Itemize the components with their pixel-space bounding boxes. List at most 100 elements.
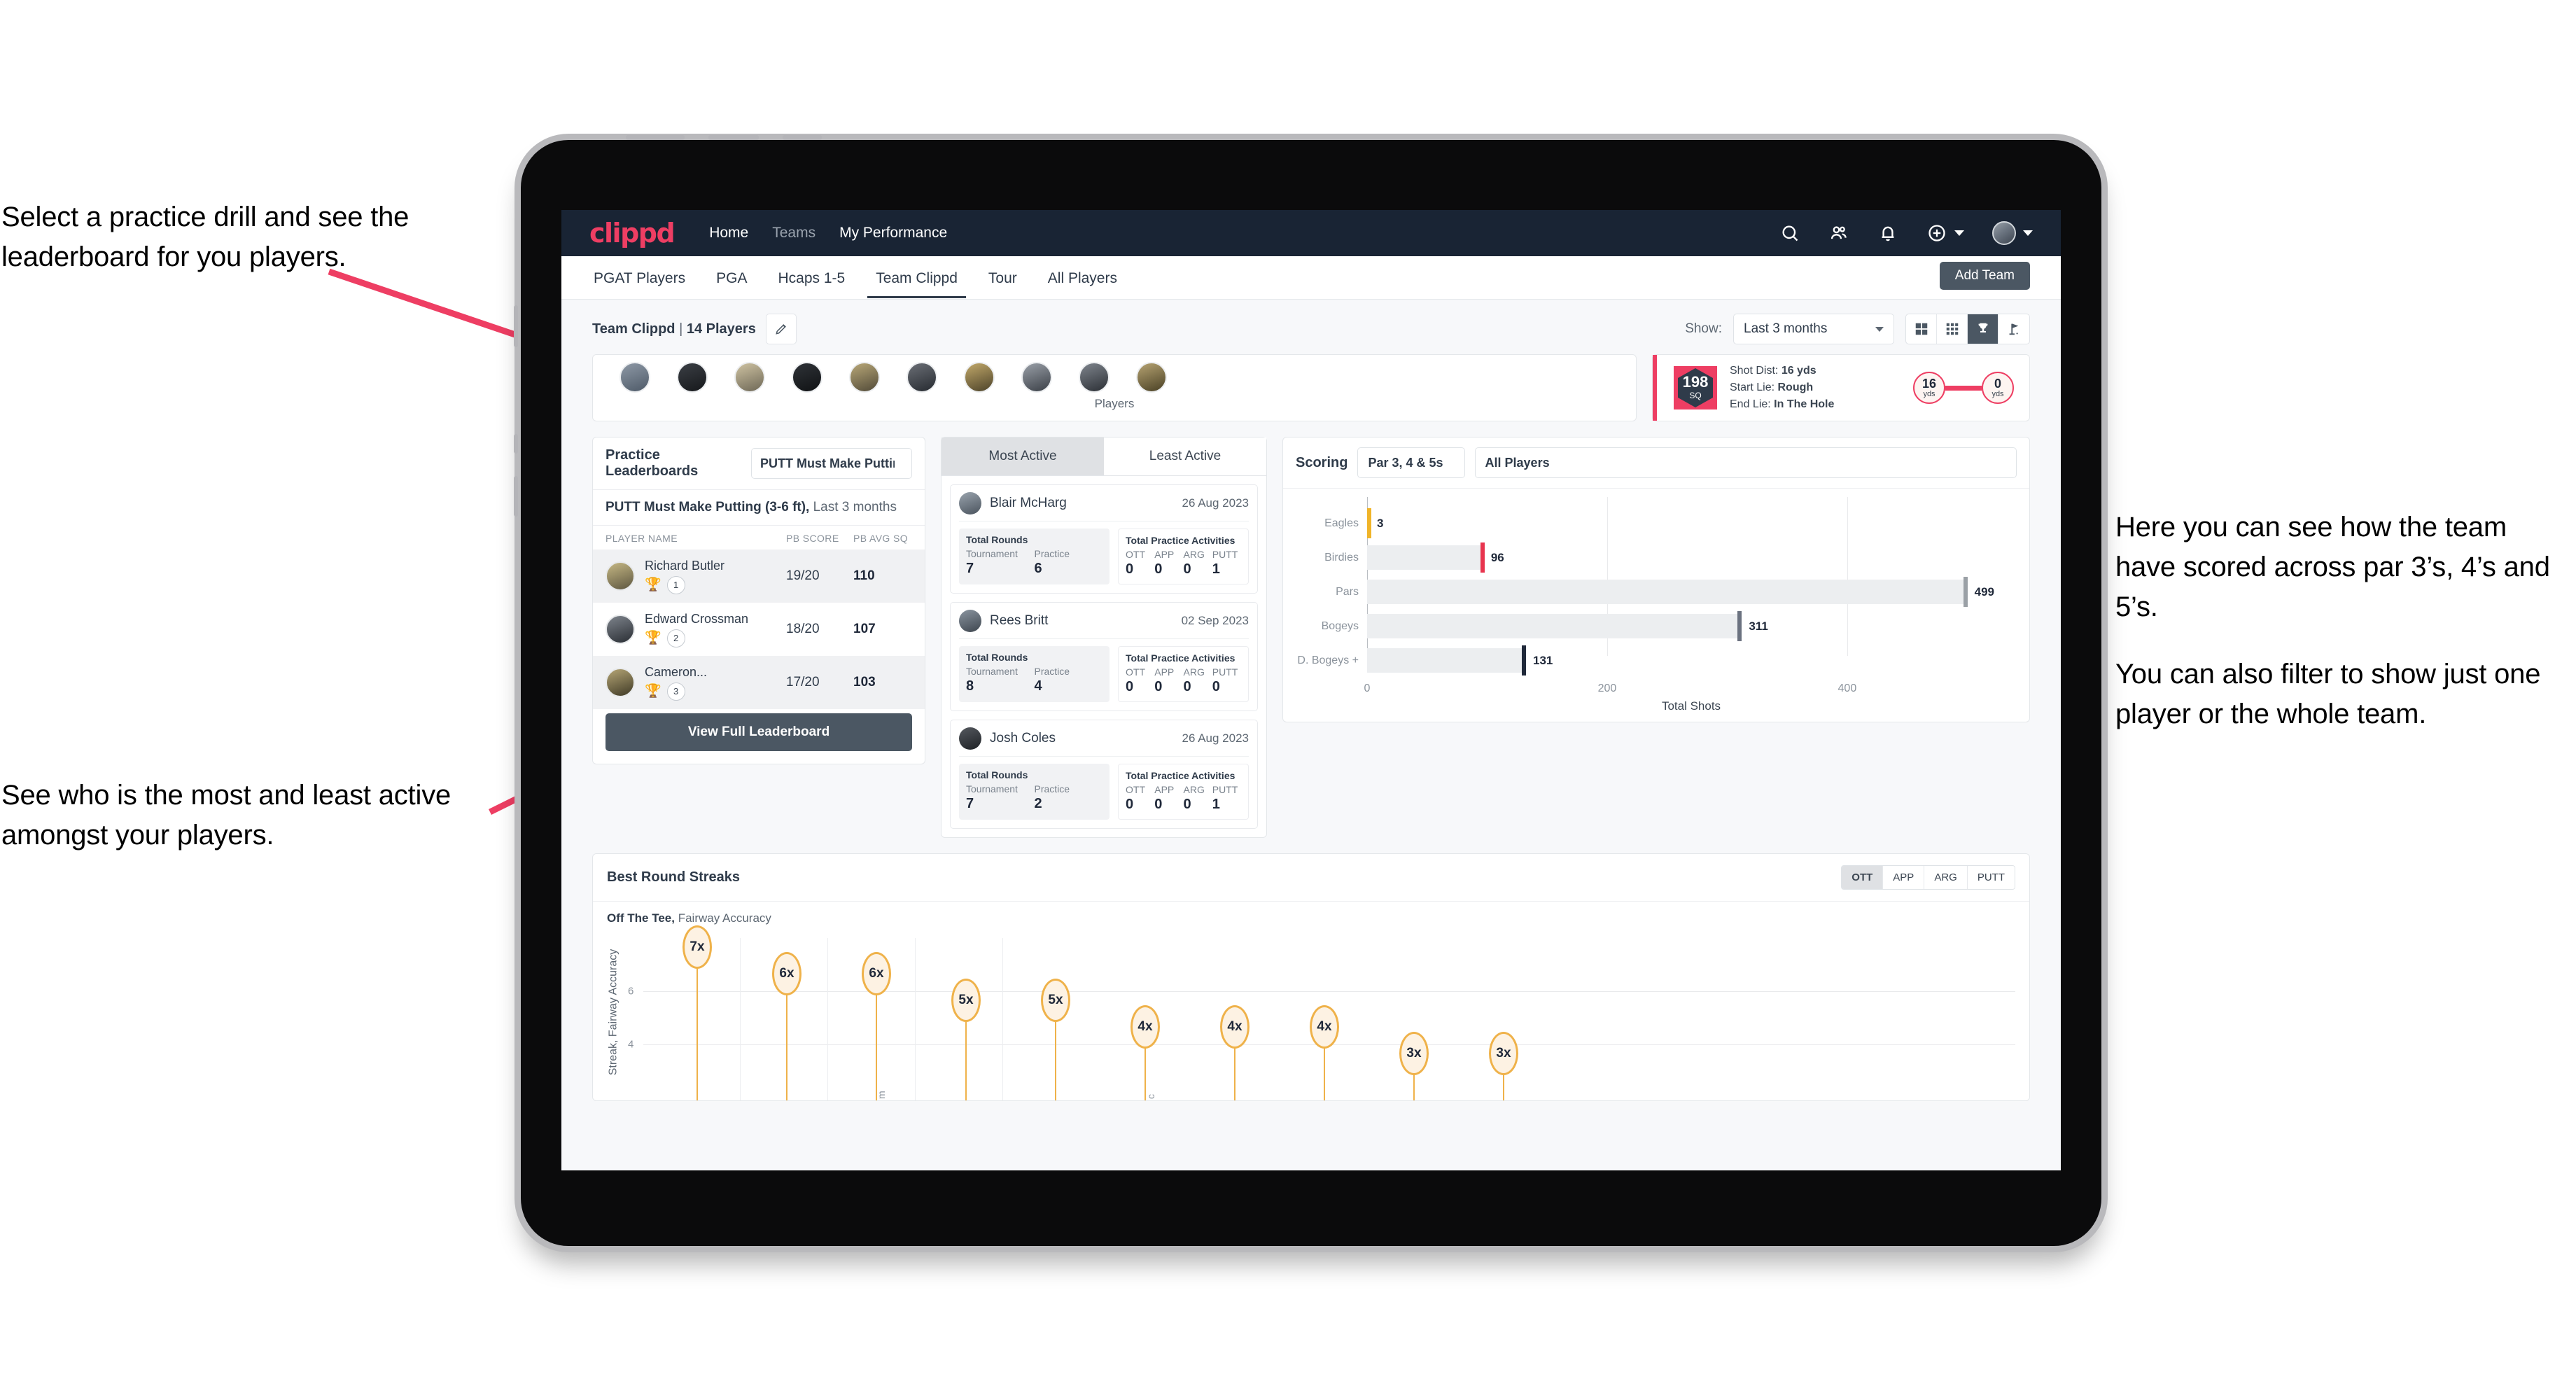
- leaderboard-player: Richard Butler 🏆 1: [645, 559, 786, 594]
- streaks-category-toggle: OTT APP ARG PUTT: [1841, 865, 2015, 890]
- list-item[interactable]: Blair McHarg 26 Aug 2023 Total Rounds To…: [950, 484, 1258, 594]
- annotation-right: Here you can see how the team have score…: [2115, 507, 2563, 734]
- player-avatar[interactable]: [620, 362, 650, 393]
- streak-lollipop[interactable]: 5x: [951, 979, 981, 1100]
- practice-app: APP 0: [1154, 666, 1183, 695]
- search-icon[interactable]: [1779, 223, 1800, 244]
- pb-avg-sq-value: 107: [853, 622, 876, 636]
- chevron-down-icon[interactable]: [1954, 230, 1964, 236]
- streak-lollipop[interactable]: 3x: [1489, 1032, 1518, 1100]
- overview-row: Players 198 SQ Shot Dist: 16 yds Start L…: [561, 354, 2061, 421]
- avatar: [959, 610, 981, 632]
- leaderboard-player: Cameron... 🏆 3: [645, 665, 786, 701]
- device-top-button-3: [783, 135, 822, 140]
- add-team-button[interactable]: Add Team: [1939, 262, 2030, 290]
- pencil-icon[interactable]: [765, 314, 797, 344]
- streaks-tab-ott[interactable]: OTT: [1842, 866, 1884, 889]
- player-avatar[interactable]: [964, 362, 995, 393]
- avatar: [606, 615, 635, 644]
- people-icon[interactable]: [1828, 223, 1849, 244]
- practice-putt: PUTT 1: [1212, 784, 1241, 813]
- streaks-subtitle: Off The Tee, Fairway Accuracy: [593, 902, 2029, 925]
- rounds-tournament-value: 7: [966, 561, 974, 576]
- streaks-tab-putt[interactable]: PUTT: [1967, 866, 2015, 889]
- par-filter-select[interactable]: Par 3, 4 & 5s: [1357, 447, 1465, 478]
- practice-ott: OTT 0: [1126, 666, 1154, 695]
- player-avatar[interactable]: [849, 362, 880, 393]
- player-avatar[interactable]: [734, 362, 765, 393]
- team-title-separator: |: [675, 321, 687, 337]
- nav-link-my-performance[interactable]: My Performance: [839, 225, 947, 241]
- player-filter-select[interactable]: All Players: [1474, 447, 2017, 478]
- player-name: Rees Britt: [990, 613, 1049, 628]
- list-item[interactable]: Rees Britt 02 Sep 2023 Total Rounds Tour…: [950, 602, 1258, 711]
- player-avatar[interactable]: [792, 362, 822, 393]
- list-item[interactable]: Josh Coles 26 Aug 2023 Total Rounds Tour…: [950, 720, 1258, 829]
- pb-avg-sq-value: 110: [853, 568, 875, 583]
- drill-select[interactable]: PUTT Must Make Putting ...: [751, 448, 912, 479]
- bar-row-birdies: Birdies 96: [1290, 541, 2015, 574]
- tab-pgat-players[interactable]: PGAT Players: [592, 258, 687, 298]
- avatar: [959, 492, 981, 514]
- device-side-button-2: [514, 434, 518, 454]
- trophy-icon[interactable]: [1968, 314, 1998, 344]
- player-avatar[interactable]: [1079, 362, 1110, 393]
- player-name: Richard Butler: [645, 558, 725, 573]
- bar-value: 131: [1533, 653, 1553, 667]
- streak-lollipop[interactable]: 7x: [682, 925, 712, 1100]
- start-lie-value: Rough: [1777, 382, 1814, 393]
- bar-label: Birdies: [1324, 551, 1359, 564]
- tab-hcaps-1-5[interactable]: Hcaps 1-5: [776, 258, 846, 298]
- bar-row-bogeys: Bogeys 311: [1290, 610, 2015, 643]
- tab-pga[interactable]: PGA: [715, 258, 748, 298]
- tab-tour[interactable]: Tour: [987, 258, 1018, 298]
- shot-dist-value: 16 yds: [1781, 365, 1816, 377]
- streak-value: 3x: [1399, 1032, 1429, 1075]
- streaks-tab-app[interactable]: APP: [1883, 866, 1925, 889]
- player-name: Blair McHarg: [990, 496, 1067, 510]
- tab-most-active[interactable]: Most Active: [941, 438, 1104, 475]
- shot-distance-diagram: 16 yds 0 yds: [1913, 372, 2014, 404]
- streak-lollipop[interactable]: 4x: [1310, 1005, 1339, 1100]
- table-row[interactable]: Edward Crossman 🏆 2 18/20 107: [593, 603, 925, 656]
- create-menu[interactable]: [1926, 223, 1964, 244]
- view-full-leaderboard-button[interactable]: View Full Leaderboard: [606, 713, 912, 751]
- nav-link-home[interactable]: Home: [709, 225, 748, 241]
- player-avatar[interactable]: [906, 362, 937, 393]
- date-range-select[interactable]: Last 3 months: [1733, 314, 1894, 344]
- chevron-down-icon: [1875, 326, 1884, 332]
- streak-lollipop[interactable]: 4x: [1220, 1005, 1250, 1100]
- streak-lollipop[interactable]: 6x: [772, 952, 802, 1100]
- streak-lollipop[interactable]: 5x: [1041, 979, 1070, 1100]
- account-menu[interactable]: [1992, 221, 2033, 245]
- flag-icon[interactable]: [1998, 314, 2029, 344]
- table-row[interactable]: Cameron... 🏆 3 17/20 103: [593, 656, 925, 709]
- streak-value: 7x: [682, 925, 712, 969]
- avatar[interactable]: [1992, 221, 2016, 245]
- practice-ott-value: 0: [1126, 797, 1134, 812]
- nav-link-teams[interactable]: Teams: [772, 225, 816, 241]
- bell-icon[interactable]: [1877, 223, 1898, 244]
- tab-least-active[interactable]: Least Active: [1104, 438, 1266, 475]
- x-tick: 200: [1597, 682, 1617, 694]
- trophy-icon: 🏆: [645, 578, 662, 592]
- player-avatar[interactable]: [1021, 362, 1052, 393]
- player-avatar[interactable]: [1136, 362, 1167, 393]
- annotation-bottom-left-text: See who is the most and least active amo…: [1, 780, 451, 850]
- streak-lollipop[interactable]: 6x: [862, 952, 891, 1100]
- plus-circle-icon[interactable]: [1926, 223, 1947, 244]
- chevron-down-icon[interactable]: [2023, 230, 2033, 236]
- tab-all-players[interactable]: All Players: [1046, 258, 1119, 298]
- streaks-tab-arg[interactable]: ARG: [1924, 866, 1968, 889]
- practice-arg: ARG 0: [1184, 784, 1212, 813]
- streak-lollipop[interactable]: 4x: [1130, 1005, 1160, 1100]
- streak-lollipop[interactable]: 3x: [1399, 1032, 1429, 1100]
- table-row[interactable]: Richard Butler 🏆 1 19/20 110: [593, 550, 925, 603]
- grid-small-icon[interactable]: [1937, 314, 1968, 344]
- player-avatar[interactable]: [677, 362, 708, 393]
- tab-team-clippd[interactable]: Team Clippd: [867, 258, 966, 298]
- grid-large-icon[interactable]: [1906, 314, 1937, 344]
- total-rounds-title: Total Rounds: [966, 534, 1028, 545]
- activity-card-stats: Total Rounds Tournament 8 Practice 4 Tot…: [959, 646, 1249, 702]
- clippd-logo[interactable]: clippd: [589, 218, 676, 248]
